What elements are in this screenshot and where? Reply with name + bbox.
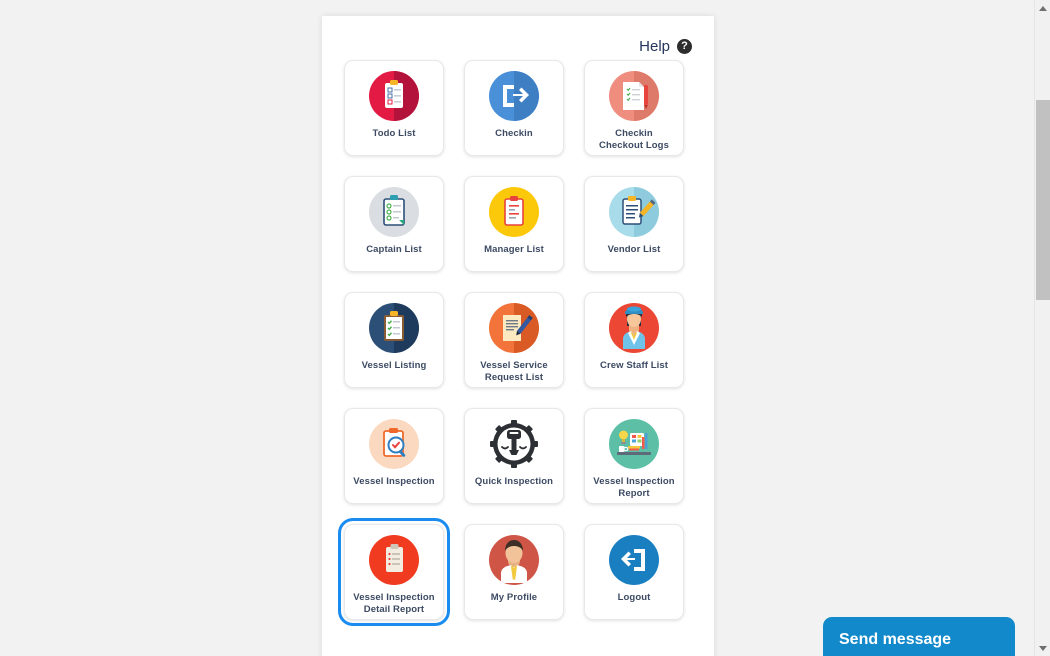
clipboard-gray-icon <box>369 187 419 237</box>
scroll-up-arrow[interactable] <box>1035 0 1050 16</box>
clipboard-checklist-icon <box>369 71 419 121</box>
scroll-down-arrow[interactable] <box>1035 640 1050 656</box>
clipboard-pencil-icon <box>609 187 659 237</box>
app-root: Help ? Todo List Checkin Checkin Checkou… <box>0 0 1050 656</box>
tile-label: Todo List <box>372 128 416 139</box>
tile-label: My Profile <box>490 592 538 603</box>
login-arrow-icon <box>489 71 539 121</box>
tile-label: Checkin Checkout Logs <box>599 128 669 151</box>
vertical-scrollbar[interactable] <box>1034 0 1050 656</box>
tile-vessel-inspection-detail-report[interactable]: Vessel Inspection Detail Report <box>338 518 450 626</box>
tile-label: Quick Inspection <box>474 476 554 487</box>
tile-logout[interactable]: Logout <box>584 524 684 620</box>
logout-arrow-icon <box>609 535 659 585</box>
send-message-button[interactable]: Send message <box>823 617 1015 656</box>
tile-label: Logout <box>617 592 651 603</box>
tile-quick-inspection[interactable]: Quick Inspection <box>464 408 564 504</box>
help-label: Help <box>639 38 670 55</box>
tile-vessel-listing[interactable]: Vessel Listing <box>344 292 444 388</box>
tile-label: Vessel Inspection Detail Report <box>353 592 435 615</box>
clipboard-navy-icon <box>369 303 419 353</box>
tile-grid: Todo List Checkin Checkin Checkout Logs C… <box>338 60 692 626</box>
scrollbar-thumb[interactable] <box>1036 100 1050 300</box>
tile-label: Vessel Listing <box>361 360 427 371</box>
clipboard-magnifier-icon <box>369 419 419 469</box>
tile-vendor-list[interactable]: Vendor List <box>584 176 684 272</box>
tile-vessel-inspection[interactable]: Vessel Inspection <box>344 408 444 504</box>
tile-label: Crew Staff List <box>599 360 668 371</box>
tile-crew-staff-list[interactable]: Crew Staff List <box>584 292 684 388</box>
tile-label: Vessel Service Request List <box>480 360 548 383</box>
main-panel: Help ? Todo List Checkin Checkin Checkou… <box>322 16 714 656</box>
tile-vessel-inspection-report[interactable]: Vessel Inspection Report <box>584 408 684 504</box>
clipboard-red-icon <box>369 535 419 585</box>
tile-checkin-checkout-logs[interactable]: Checkin Checkout Logs <box>584 60 684 156</box>
tile-my-profile[interactable]: My Profile <box>464 524 564 620</box>
tile-label: Vessel Inspection Report <box>593 476 675 499</box>
desk-workspace-icon <box>609 419 659 469</box>
tile-checkin[interactable]: Checkin <box>464 60 564 156</box>
tile-label: Captain List <box>366 244 422 255</box>
tile-label: Manager List <box>484 244 544 255</box>
tile-manager-list[interactable]: Manager List <box>464 176 564 272</box>
help-link[interactable]: Help ? <box>639 38 692 55</box>
tile-todo-list[interactable]: Todo List <box>344 60 444 156</box>
tile-label: Vendor List <box>607 244 661 255</box>
tile-label: Checkin <box>495 128 533 139</box>
crew-member-icon <box>609 303 659 353</box>
clipboard-yellow-icon <box>489 187 539 237</box>
tile-label: Vessel Inspection <box>353 476 435 487</box>
send-message-label: Send message <box>839 631 952 648</box>
tile-captain-list[interactable]: Captain List <box>344 176 444 272</box>
tile-vessel-service-request-list[interactable]: Vessel Service Request List <box>464 292 564 388</box>
user-avatar-icon <box>489 535 539 585</box>
help-question-icon[interactable]: ? <box>677 39 692 54</box>
gear-motor-icon <box>489 419 539 469</box>
document-signing-icon <box>489 303 539 353</box>
document-pen-icon <box>609 71 659 121</box>
